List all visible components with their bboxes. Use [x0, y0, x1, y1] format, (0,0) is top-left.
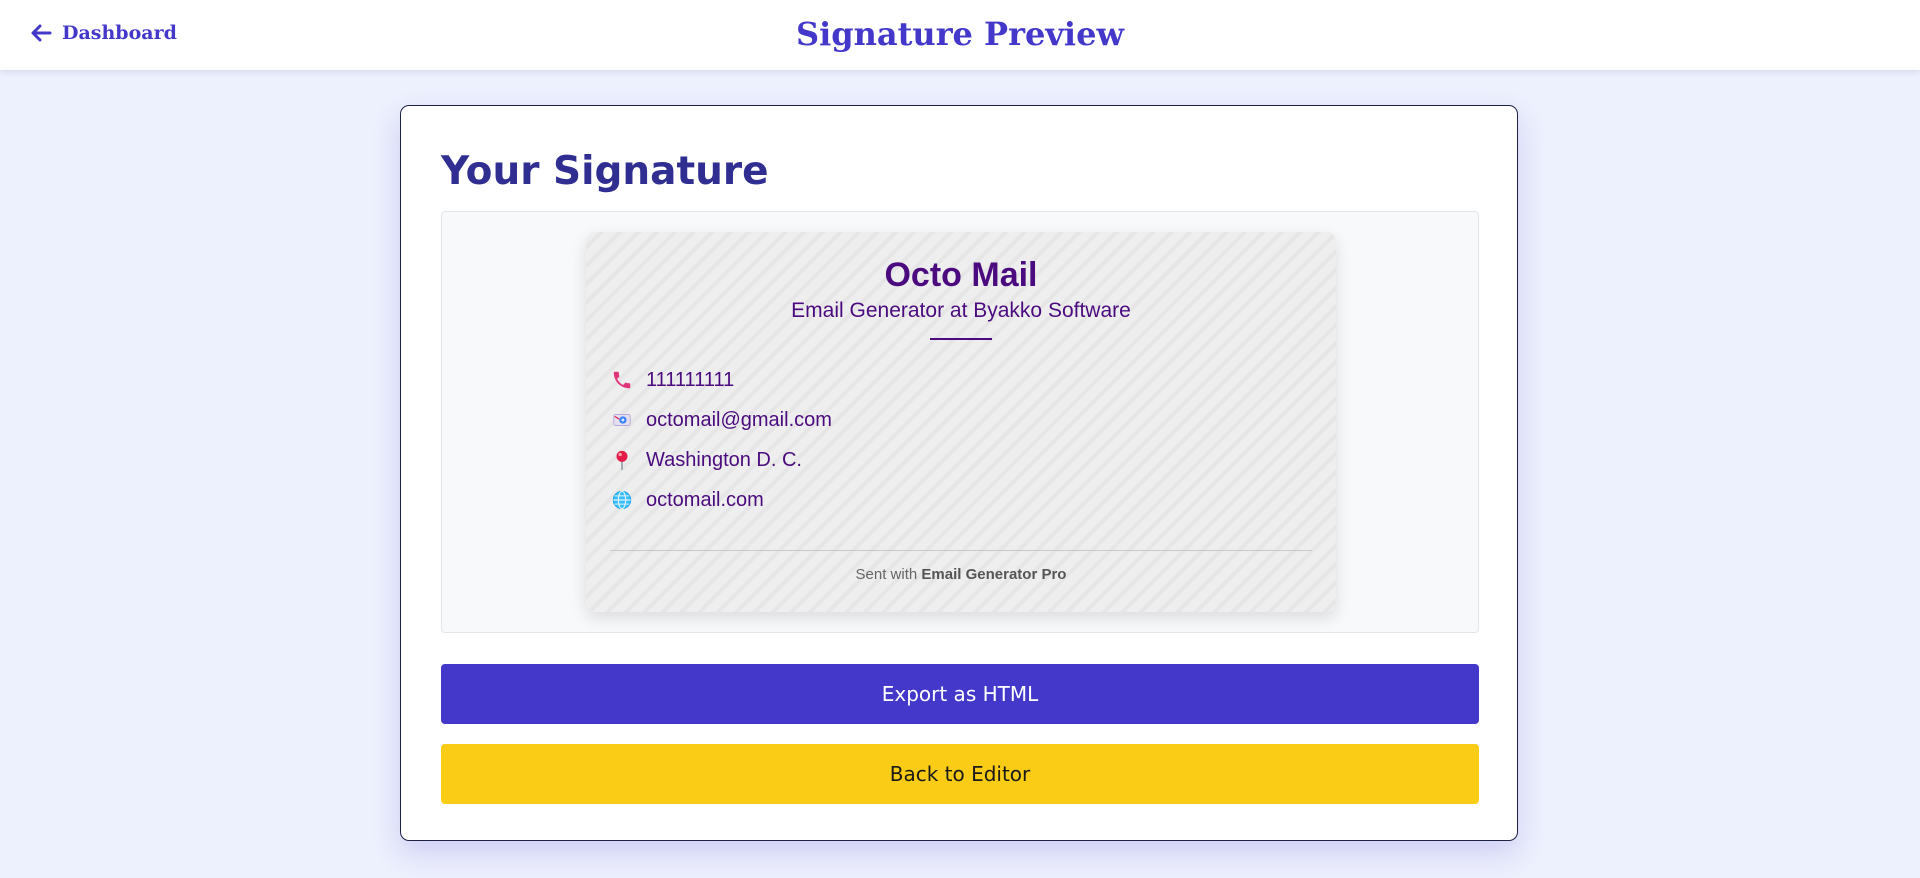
signature-role: Email Generator at Byakko Software	[791, 299, 1131, 322]
signature-footer: Sent with Email Generator Pro	[586, 566, 1336, 584]
top-bar: Dashboard Signature Preview	[0, 0, 1920, 70]
card-title: Your Signature	[441, 149, 769, 194]
footer-brand: Email Generator Pro	[921, 566, 1067, 583]
contact-location-text: Washington D. C.	[646, 449, 802, 471]
phone-icon	[610, 368, 634, 392]
footer-prefix: Sent with	[855, 566, 918, 583]
contact-item-location: Washington D. C.	[610, 440, 832, 480]
signature-card: Your Signature Octo Mail Email Generator…	[400, 105, 1518, 841]
signature-preview-area: Octo Mail Email Generator at Byakko Soft…	[441, 211, 1479, 633]
signature-divider	[930, 338, 992, 340]
email-icon	[610, 408, 634, 432]
contact-list: 111111111 octomail@gmail.com Washington …	[610, 360, 832, 520]
back-to-editor-button[interactable]: Back to Editor	[441, 744, 1479, 804]
contact-item-email: octomail@gmail.com	[610, 400, 832, 440]
signature-footer-divider	[610, 550, 1312, 551]
contact-phone-text[interactable]: 111111111	[646, 368, 734, 392]
signature-block: Octo Mail Email Generator at Byakko Soft…	[586, 232, 1336, 612]
contact-email-text[interactable]: octomail@gmail.com	[646, 408, 832, 432]
page-title: Signature Preview	[796, 15, 1124, 53]
globe-icon	[610, 488, 634, 512]
signature-name: Octo Mail	[884, 256, 1038, 294]
contact-website-text[interactable]: octomail.com	[646, 488, 764, 512]
contact-item-website: octomail.com	[610, 480, 832, 520]
contact-item-phone: 111111111	[610, 360, 832, 400]
export-html-button[interactable]: Export as HTML	[441, 664, 1479, 724]
location-pin-icon	[610, 448, 634, 472]
